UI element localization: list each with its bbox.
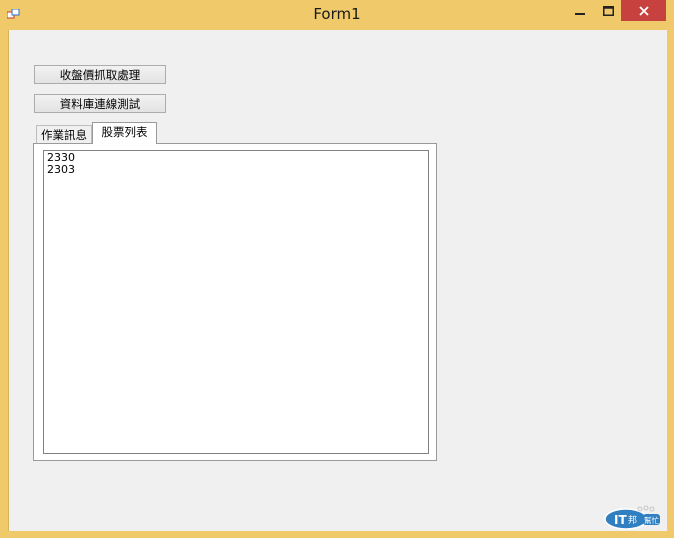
client-area: 收盤價抓取處理 資料庫連線測試 作業訊息 股票列表 2330 2303 [8, 30, 667, 531]
ithome-logo: IT 邦 幫忙 [604, 505, 660, 530]
tab-panel-stock-list: 2330 2303 [33, 143, 437, 461]
svg-text:邦: 邦 [628, 514, 637, 526]
minimize-button[interactable] [566, 0, 594, 21]
window: Form1 收盤價抓取處理 資料庫連線測試 作業訊息 股票列表 2330 230… [0, 0, 674, 538]
list-item[interactable]: 2330 [47, 152, 425, 164]
tab-job-messages[interactable]: 作業訊息 [36, 125, 92, 143]
minimize-icon [575, 12, 585, 15]
svg-text:IT: IT [614, 513, 627, 527]
list-item[interactable]: 2303 [47, 164, 425, 176]
tab-stock-list[interactable]: 股票列表 [92, 122, 157, 144]
svg-text:幫忙: 幫忙 [644, 515, 659, 525]
close-button[interactable] [621, 0, 666, 21]
db-connection-test-button[interactable]: 資料庫連線測試 [34, 94, 166, 113]
close-icon [638, 5, 649, 16]
closing-price-button[interactable]: 收盤價抓取處理 [34, 65, 166, 84]
stock-listbox[interactable]: 2330 2303 [43, 150, 429, 454]
maximize-button[interactable] [594, 0, 622, 21]
title-bar[interactable]: Form1 [0, 0, 674, 30]
maximize-icon [602, 5, 614, 16]
